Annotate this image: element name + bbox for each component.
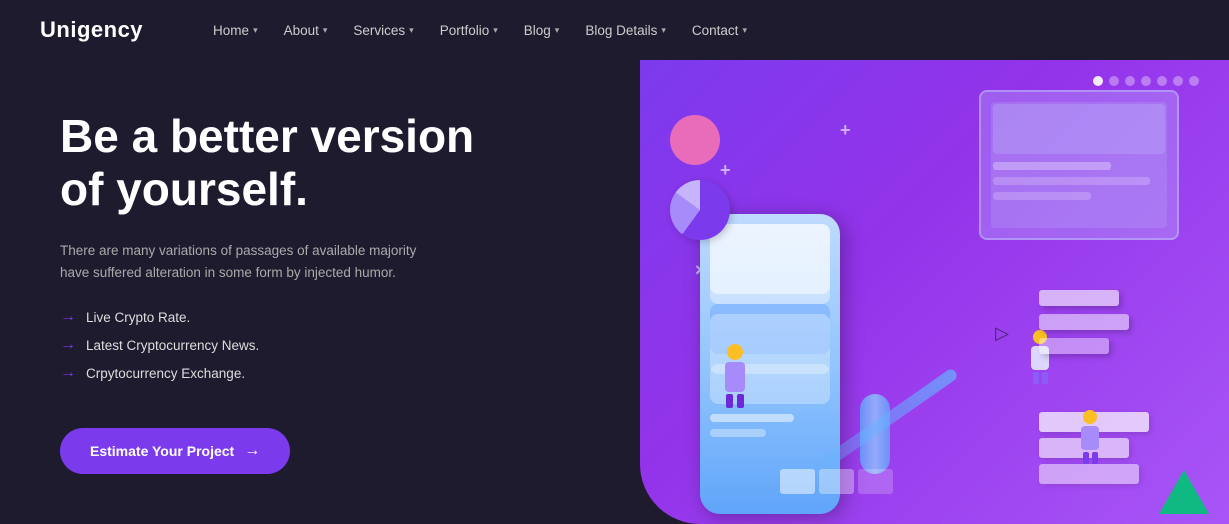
carousel-dots	[1093, 76, 1199, 86]
pie-chart	[670, 180, 730, 240]
puzzle-pieces	[780, 469, 893, 494]
dot-4[interactable]	[1141, 76, 1151, 86]
dot-2[interactable]	[1109, 76, 1119, 86]
nav-link-blog[interactable]: Blog ▾	[514, 17, 570, 44]
arrow-icon: →	[60, 364, 76, 382]
hero-illustration: + + ×	[640, 60, 1229, 524]
chevron-down-icon: ▾	[661, 25, 666, 36]
arrow-icon: →	[60, 308, 76, 326]
feature-item-3: → Crpytocurrency Exchange.	[60, 364, 580, 382]
hero-description: There are many variations of passages of…	[60, 240, 440, 285]
nav-item-portfolio[interactable]: Portfolio ▾	[430, 17, 508, 44]
nav-link-contact[interactable]: Contact ▾	[682, 17, 757, 44]
chevron-down-icon: ▾	[323, 25, 328, 36]
chevron-down-icon: ▾	[493, 25, 498, 36]
dot-5[interactable]	[1157, 76, 1167, 86]
chevron-down-icon: ▾	[253, 25, 258, 36]
cta-arrow-icon: →	[244, 442, 260, 460]
hero-section: Be a better version of yourself. There a…	[0, 60, 1229, 524]
dot-6[interactable]	[1173, 76, 1183, 86]
hero-heading: Be a better version of yourself.	[60, 110, 580, 216]
nav-item-about[interactable]: About ▾	[274, 17, 338, 44]
beam-decoration	[821, 367, 959, 469]
step-platforms	[1039, 290, 1129, 354]
chevron-down-icon: ▾	[742, 25, 747, 36]
nav-link-home[interactable]: Home ▾	[203, 17, 268, 44]
logo-second: gency	[77, 17, 143, 42]
triangle-decoration	[1159, 470, 1209, 514]
nav-item-blog[interactable]: Blog ▾	[514, 17, 570, 44]
dot-7[interactable]	[1189, 76, 1199, 86]
person-figure-3	[1081, 410, 1099, 464]
dot-3[interactable]	[1125, 76, 1135, 86]
card-item-3	[1039, 464, 1139, 484]
nav-link-services[interactable]: Services ▾	[343, 17, 423, 44]
hero-content: Be a better version of yourself. There a…	[0, 60, 640, 524]
feature-list: → Live Crypto Rate. → Latest Cryptocurre…	[60, 308, 580, 392]
plus-icon: +	[840, 120, 851, 141]
puzzle-piece-2	[819, 469, 854, 494]
nav-item-blog-details[interactable]: Blog Details ▾	[575, 17, 676, 44]
nav-item-contact[interactable]: Contact ▾	[682, 17, 757, 44]
cta-button[interactable]: Estimate Your Project →	[60, 428, 290, 474]
feature-item-2: → Latest Cryptocurrency News.	[60, 336, 580, 354]
logo-first: Uni	[40, 17, 77, 42]
nav-link-blog-details[interactable]: Blog Details ▾	[575, 17, 676, 44]
puzzle-piece-3	[858, 469, 893, 494]
dot-1[interactable]	[1093, 76, 1103, 86]
chevron-down-icon: ▾	[409, 25, 414, 36]
chevron-down-icon: ▾	[555, 25, 560, 36]
puzzle-piece-1	[780, 469, 815, 494]
person-figure-1	[720, 344, 750, 404]
cursor-icon: ▷	[995, 323, 1009, 344]
navbar: Unigency Home ▾ About ▾ Services ▾ Portf…	[0, 0, 1229, 60]
nav-links: Home ▾ About ▾ Services ▾ Portfolio ▾ Bl	[203, 17, 757, 44]
nav-item-services[interactable]: Services ▾	[343, 17, 423, 44]
decorative-circle	[670, 115, 720, 165]
nav-item-home[interactable]: Home ▾	[203, 17, 268, 44]
logo[interactable]: Unigency	[40, 17, 143, 43]
feature-item-1: → Live Crypto Rate.	[60, 308, 580, 326]
arrow-icon: →	[60, 336, 76, 354]
plus-icon: +	[720, 160, 731, 181]
nav-link-about[interactable]: About ▾	[274, 17, 338, 44]
nav-link-portfolio[interactable]: Portfolio ▾	[430, 17, 508, 44]
cta-label: Estimate Your Project	[90, 443, 234, 459]
monitor-illustration	[979, 90, 1179, 240]
